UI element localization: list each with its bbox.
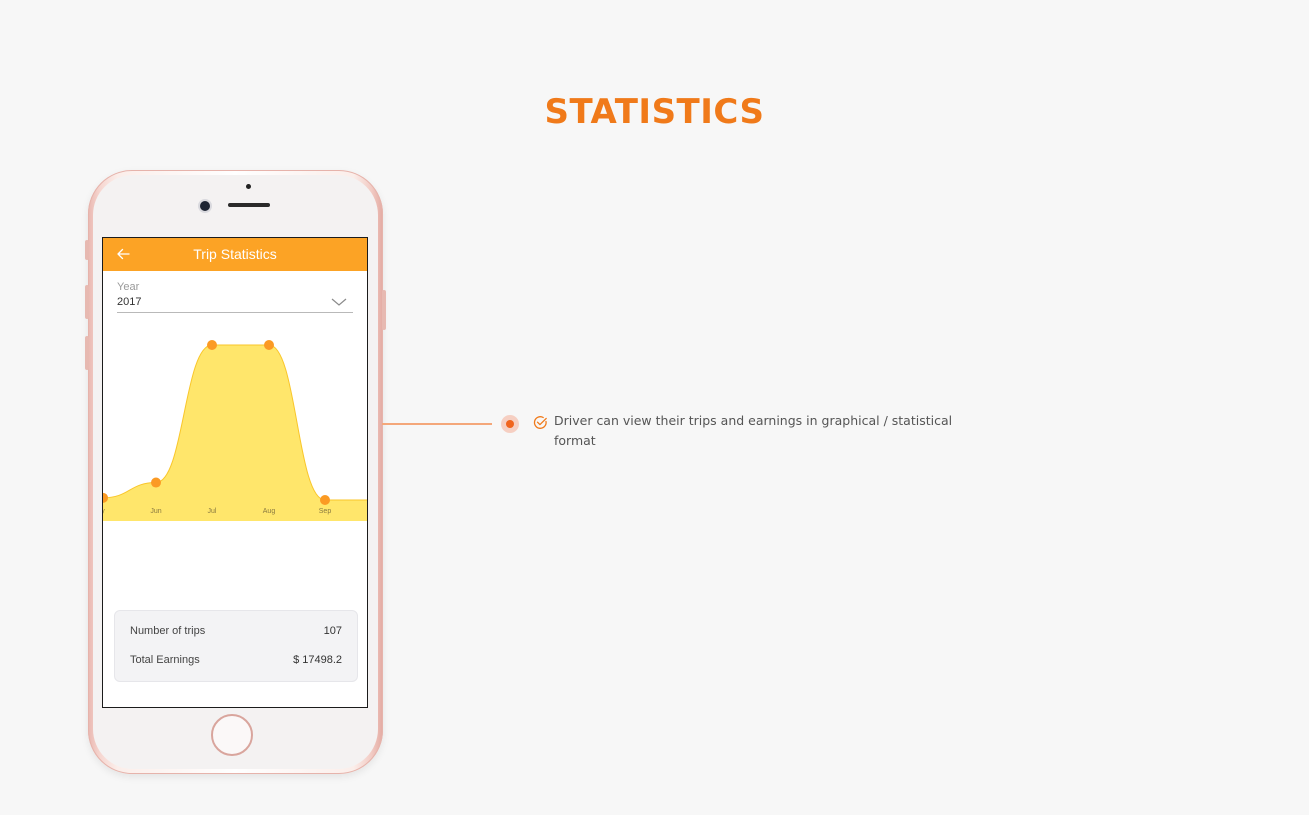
phone-sensor [246, 184, 251, 189]
trip-statistics-chart: yJunJulAugSep [103, 340, 367, 521]
stats-trips-value: 107 [323, 625, 342, 637]
phone-power-button [382, 290, 386, 330]
chart-point-aug[interactable] [264, 340, 274, 350]
year-select-value[interactable]: 2017 [117, 296, 141, 308]
stats-row-earnings: Total Earnings $ 17498.2 [130, 654, 342, 670]
phone-volume-up [85, 285, 89, 319]
front-camera-icon [200, 201, 210, 211]
chart-tick-label: Jul [208, 508, 217, 515]
stats-summary-card: Number of trips 107 Total Earnings $ 174… [114, 610, 358, 682]
callout-dot [501, 415, 519, 433]
stats-row-trips: Number of trips 107 [130, 625, 342, 641]
chart-tick-label: Sep [319, 508, 332, 515]
chart-point-jun[interactable] [151, 477, 161, 488]
chevron-down-icon[interactable] [331, 296, 347, 308]
stats-trips-label: Number of trips [130, 625, 206, 637]
app-screen: Trip Statistics Year 2017 yJunJulAugSep … [102, 237, 368, 708]
check-circle-icon [533, 416, 547, 429]
app-bar-title: Trip Statistics [193, 246, 277, 262]
phone-volume-down [85, 336, 89, 370]
stats-earnings-label: Total Earnings [130, 654, 200, 666]
year-select-underline [117, 312, 353, 313]
chart-tick-label: Aug [263, 508, 276, 515]
stats-earnings-value: $ 17498.2 [293, 654, 342, 666]
chart-point-jul[interactable] [207, 340, 217, 350]
chart-point-sep[interactable] [320, 495, 330, 505]
callout-connector-line [382, 423, 492, 425]
year-label: Year [117, 281, 140, 293]
phone-mute-switch [85, 240, 89, 260]
page-title: STATISTICS [544, 92, 765, 132]
chart-area-fill [103, 345, 367, 521]
phone-speaker [228, 203, 270, 207]
app-bar: Trip Statistics [103, 238, 367, 271]
chart-tick-label: Jun [150, 508, 161, 515]
feature-description: Driver can view their trips and earnings… [554, 413, 953, 448]
home-button[interactable] [211, 714, 253, 756]
